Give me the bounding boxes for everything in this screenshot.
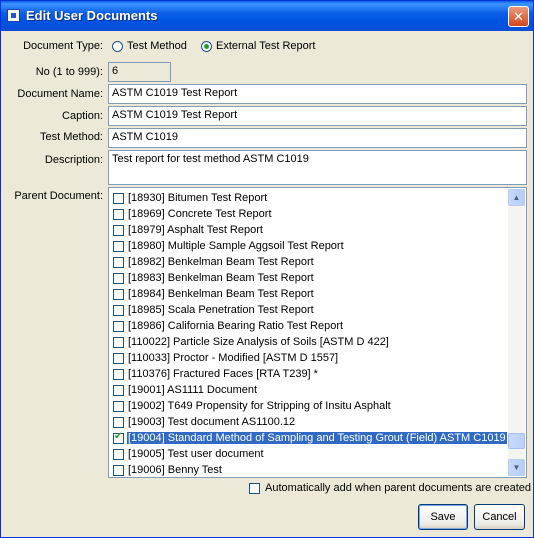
- item-checkbox[interactable]: [113, 225, 124, 236]
- item-checkbox[interactable]: [113, 241, 124, 252]
- item-checkbox-checked[interactable]: [113, 431, 124, 444]
- document-name-label: Document Name:: [17, 88, 103, 100]
- list-item[interactable]: [18983] Benkelman Beam Test Report: [111, 271, 508, 287]
- item-checkbox[interactable]: [113, 465, 124, 476]
- list-item[interactable]: [18980] Multiple Sample Aggsoil Test Rep…: [111, 239, 508, 255]
- radio-test-method[interactable]: [112, 41, 123, 52]
- test-method-label: Test Method:: [40, 131, 103, 143]
- list-item[interactable]: [18979] Asphalt Test Report: [111, 223, 508, 239]
- list-item[interactable]: [18985] Scala Penetration Test Report: [111, 303, 508, 319]
- item-checkbox[interactable]: [113, 321, 124, 332]
- document-type-label: Document Type:: [23, 40, 103, 52]
- scrollbar-thumb[interactable]: [508, 433, 525, 449]
- item-checkbox[interactable]: [113, 401, 124, 412]
- list-item[interactable]: [18930] Bitumen Test Report: [111, 191, 508, 207]
- item-checkbox[interactable]: [113, 449, 124, 460]
- parent-document-label: Parent Document:: [14, 190, 103, 202]
- save-button[interactable]: Save: [418, 504, 468, 530]
- item-checkbox[interactable]: [113, 289, 124, 300]
- list-item[interactable]: [19006] Benny Test: [111, 463, 508, 477]
- close-icon[interactable]: ✕: [508, 6, 529, 27]
- list-item[interactable]: [19005] Test user document: [111, 447, 508, 463]
- item-checkbox[interactable]: [113, 305, 124, 316]
- list-item[interactable]: [19002] T649 Propensity for Stripping of…: [111, 399, 508, 415]
- list-item[interactable]: [18982] Benkelman Beam Test Report: [111, 255, 508, 271]
- radio-external-test-report-label[interactable]: External Test Report: [216, 40, 315, 52]
- item-checkbox[interactable]: [113, 369, 124, 380]
- auto-add-checkbox[interactable]: [249, 483, 260, 494]
- number-field: 6: [108, 62, 171, 82]
- list-item[interactable]: [110033] Proctor - Modified [ASTM D 1557…: [111, 351, 508, 367]
- radio-test-method-label[interactable]: Test Method: [127, 40, 187, 52]
- app-icon: [7, 9, 20, 22]
- item-checkbox[interactable]: [113, 353, 124, 364]
- item-checkbox[interactable]: [113, 209, 124, 220]
- document-name-input[interactable]: ASTM C1019 Test Report: [108, 84, 527, 104]
- list-item[interactable]: [19001] AS1111 Document: [111, 383, 508, 399]
- list-item[interactable]: [110376] Fractured Faces [RTA T239] *: [111, 367, 508, 383]
- edit-user-documents-dialog: Edit User Documents ✕ Document Type: Tes…: [0, 0, 534, 538]
- item-checkbox[interactable]: [113, 273, 124, 284]
- number-label: No (1 to 999):: [35, 66, 103, 78]
- caption-label: Caption:: [62, 110, 103, 122]
- window-title: Edit User Documents: [26, 8, 158, 23]
- list-scrollbar[interactable]: ▲ ▼: [508, 189, 525, 476]
- auto-add-label[interactable]: Automatically add when parent documents …: [265, 482, 531, 494]
- list-item-selected[interactable]: [19004] Standard Method of Sampling and …: [111, 431, 508, 447]
- item-checkbox[interactable]: [113, 417, 124, 428]
- scroll-down-arrow-icon[interactable]: ▼: [508, 459, 525, 476]
- item-checkbox[interactable]: [113, 337, 124, 348]
- list-item[interactable]: [18984] Benkelman Beam Test Report: [111, 287, 508, 303]
- radio-external-test-report[interactable]: [201, 41, 212, 52]
- description-label: Description:: [44, 154, 103, 166]
- scroll-up-arrow-icon[interactable]: ▲: [508, 189, 525, 206]
- list-item[interactable]: [18969] Concrete Test Report: [111, 207, 508, 223]
- list-item[interactable]: [18986] California Bearing Ratio Test Re…: [111, 319, 508, 335]
- parent-document-list[interactable]: [18930] Bitumen Test Report [18969] Conc…: [108, 187, 527, 478]
- title-bar[interactable]: Edit User Documents ✕: [1, 1, 533, 31]
- list-item[interactable]: [110022] Particle Size Analysis of Soils…: [111, 335, 508, 351]
- list-item[interactable]: [19003] Test document AS1100.12: [111, 415, 508, 431]
- item-checkbox[interactable]: [113, 193, 124, 204]
- description-textarea[interactable]: Test report for test method ASTM C1019: [108, 150, 527, 185]
- item-checkbox[interactable]: [113, 385, 124, 396]
- item-checkbox[interactable]: [113, 257, 124, 268]
- cancel-button[interactable]: Cancel: [474, 504, 525, 530]
- caption-input[interactable]: ASTM C1019 Test Report: [108, 106, 527, 126]
- test-method-input[interactable]: ASTM C1019: [108, 128, 527, 148]
